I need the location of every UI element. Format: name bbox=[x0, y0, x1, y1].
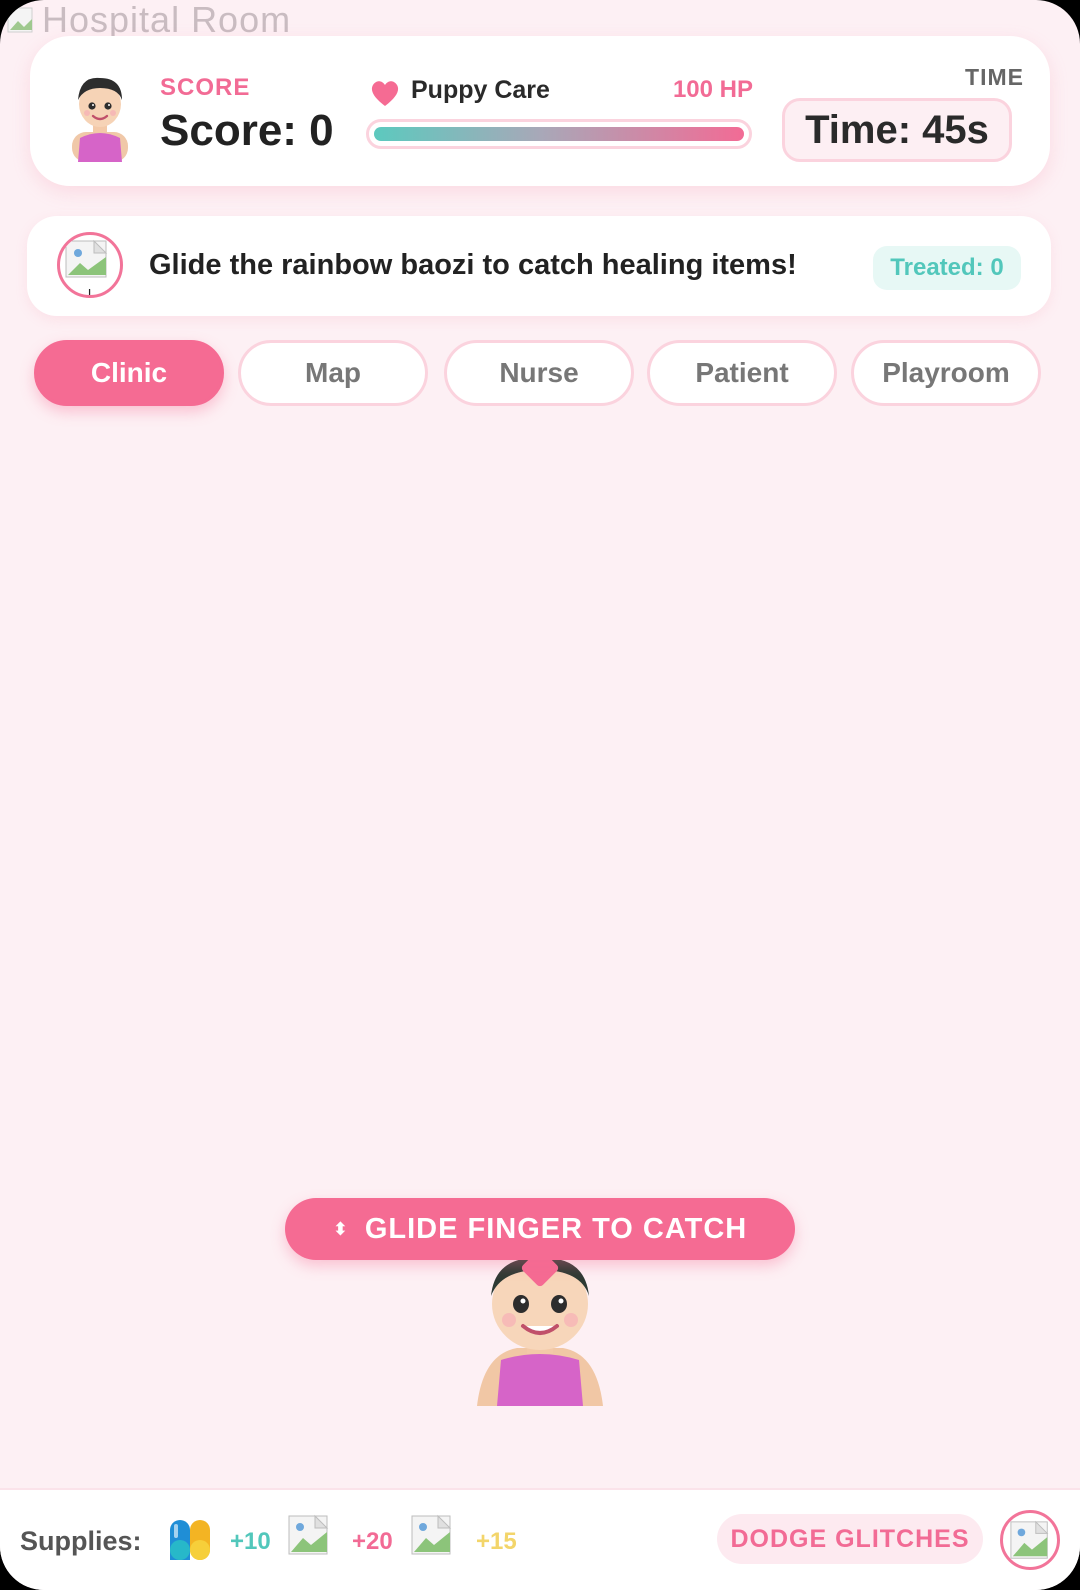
supply-3-points: +15 bbox=[476, 1528, 517, 1555]
treated-counter: Treated: 0 bbox=[873, 246, 1021, 290]
background-title: Hospital Room bbox=[6, 2, 291, 38]
patient-portrait: l.. bbox=[57, 232, 123, 298]
tab-bar: Clinic Map Nurse Patient Playroom bbox=[34, 340, 1044, 406]
instruction-card: l.. Glide the rainbow baozi to catch hea… bbox=[27, 216, 1051, 316]
patient-name: Puppy Care bbox=[411, 76, 550, 104]
score-value: Score: 0 bbox=[160, 106, 334, 155]
heart-icon bbox=[371, 81, 399, 106]
tab-clinic[interactable]: Clinic bbox=[34, 340, 224, 406]
score-label: SCORE bbox=[160, 74, 251, 101]
tab-playroom[interactable]: Playroom bbox=[851, 340, 1041, 406]
broken-image-icon: l.. bbox=[65, 239, 108, 298]
broken-image-icon bbox=[1010, 1520, 1049, 1559]
broken-image-icon bbox=[7, 7, 33, 33]
supplies-label: Supplies: bbox=[20, 1526, 142, 1556]
pill-capsule-icon bbox=[170, 1520, 210, 1560]
time-value: Time: 45s bbox=[782, 98, 1012, 162]
catch-hint-text: GLIDE FINGER TO CATCH bbox=[364, 1212, 748, 1245]
tab-map[interactable]: Map bbox=[238, 340, 428, 406]
tab-nurse[interactable]: Nurse bbox=[444, 340, 634, 406]
game-screen: Hospital Room SCORE Score: 0 Puppy Care … bbox=[0, 0, 1080, 1590]
time-label: TIME bbox=[965, 64, 1024, 90]
dodge-glitches-badge: DODGE GLITCHES bbox=[717, 1514, 983, 1564]
hp-bar bbox=[366, 119, 752, 149]
catch-hint-banner: ⬍ GLIDE FINGER TO CATCH bbox=[285, 1198, 795, 1260]
player-avatar bbox=[72, 77, 128, 162]
up-down-arrows-icon: ⬍ bbox=[332, 1219, 349, 1239]
supplies-bar: Supplies: +10 +20 +15 DODGE GLITCHES bbox=[0, 1488, 1080, 1590]
hp-bar-fill bbox=[374, 127, 744, 141]
hp-value: 100 HP bbox=[672, 76, 753, 103]
broken-image-icon bbox=[288, 1514, 329, 1555]
instruction-text: Glide the rainbow baozi to catch healing… bbox=[149, 249, 797, 281]
svg-text:l..: l.. bbox=[88, 286, 99, 298]
profile-button[interactable] bbox=[1000, 1510, 1060, 1570]
pill-points: +10 bbox=[230, 1528, 271, 1555]
supply-2-points: +20 bbox=[352, 1528, 393, 1555]
broken-image-icon bbox=[411, 1514, 452, 1555]
hud-card: SCORE Score: 0 Puppy Care 100 HP TIME Ti… bbox=[30, 36, 1050, 186]
tab-patient[interactable]: Patient bbox=[647, 340, 837, 406]
